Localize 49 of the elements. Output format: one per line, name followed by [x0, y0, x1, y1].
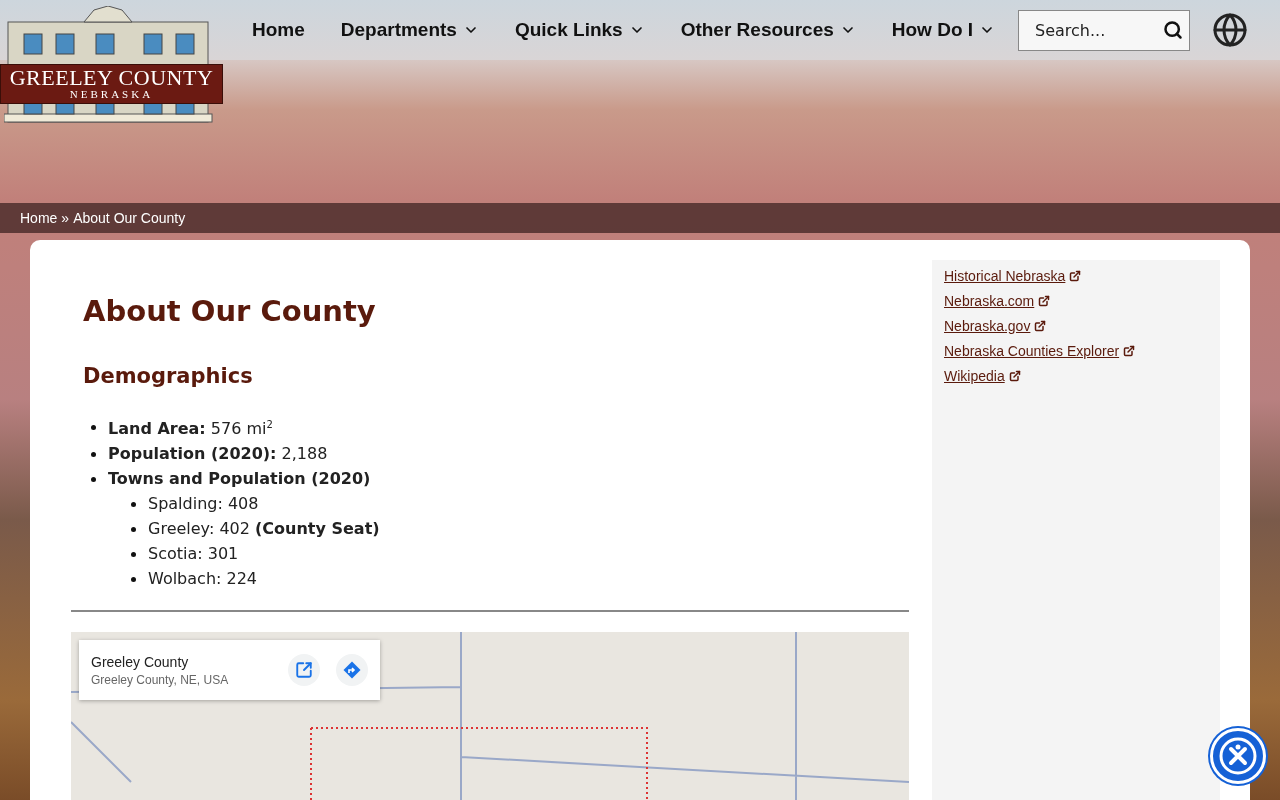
- breadcrumb-link[interactable]: Home: [20, 210, 58, 226]
- map-placeholder[interactable]: Greeley County Greeley County, NE, USA: [71, 632, 909, 800]
- bullet-icon: [131, 576, 136, 582]
- bullet-icon: [91, 424, 96, 430]
- bullet-icon: [131, 501, 136, 507]
- page-title: About Our County: [83, 294, 377, 328]
- town-text: Scotia: 301: [148, 543, 239, 566]
- fact-text: Population (2020): 2,188: [108, 443, 328, 466]
- bullet-icon: [131, 526, 136, 532]
- nav-link[interactable]: How Do I: [873, 19, 1014, 41]
- search-field[interactable]: Search...: [1018, 9, 1190, 51]
- map-place-address: Greeley County, NE, USA: [91, 672, 230, 687]
- bullet-icon: [91, 451, 96, 457]
- logo-banner[interactable]: GREELEY COUNTY NEBRASKA: [0, 64, 223, 104]
- accessibility-button[interactable]: [1210, 728, 1266, 784]
- external-link[interactable]: Wikipedia: [944, 368, 1208, 384]
- open-map-button[interactable]: [288, 654, 320, 687]
- town-text: Spalding: 408: [148, 493, 259, 516]
- external-link[interactable]: Nebraska.com: [944, 293, 1208, 309]
- logo-subtitle: NEBRASKA: [69, 88, 154, 100]
- fact-text: Towns and Population (2020): [108, 468, 371, 491]
- external-link[interactable]: Nebraska Counties Explorer: [944, 343, 1208, 359]
- nav-link[interactable]: Other Resources: [662, 19, 874, 41]
- directions-button[interactable]: [336, 654, 368, 687]
- bullet-icon: [91, 476, 96, 482]
- town-text: Wolbach: 224: [148, 568, 258, 591]
- external-link-icon: [1069, 270, 1082, 282]
- external-link-icon: [1008, 370, 1021, 382]
- breadcrumb-separator: »: [61, 210, 70, 226]
- section-title: Demographics: [83, 364, 254, 388]
- town-text: Greeley: 402 (County Seat): [148, 518, 380, 541]
- accessibility-icon: [1218, 736, 1258, 776]
- open-external-icon: [295, 661, 313, 680]
- directions-icon: [342, 660, 362, 681]
- external-link-icon: [1038, 295, 1051, 307]
- map-place-title: Greeley County: [91, 653, 190, 670]
- search-icon[interactable]: [1163, 19, 1183, 40]
- globe-icon[interactable]: [1212, 12, 1248, 48]
- external-link[interactable]: Nebraska.gov: [944, 318, 1208, 334]
- external-link[interactable]: Historical Nebraska: [944, 268, 1208, 284]
- nav-link[interactable]: Home: [234, 19, 323, 41]
- external-link-icon: [1123, 345, 1136, 357]
- bullet-icon: [131, 551, 136, 557]
- logo-title: GREELEY COUNTY: [9, 68, 214, 88]
- fact-text: Land Area: 576 mi$^{2}$: [108, 418, 273, 441]
- nav-link[interactable]: Quick Links: [496, 19, 663, 41]
- breadcrumb-current: About Our County: [73, 210, 186, 226]
- nav-link[interactable]: Departments: [322, 19, 497, 41]
- external-link-icon: [1034, 320, 1047, 332]
